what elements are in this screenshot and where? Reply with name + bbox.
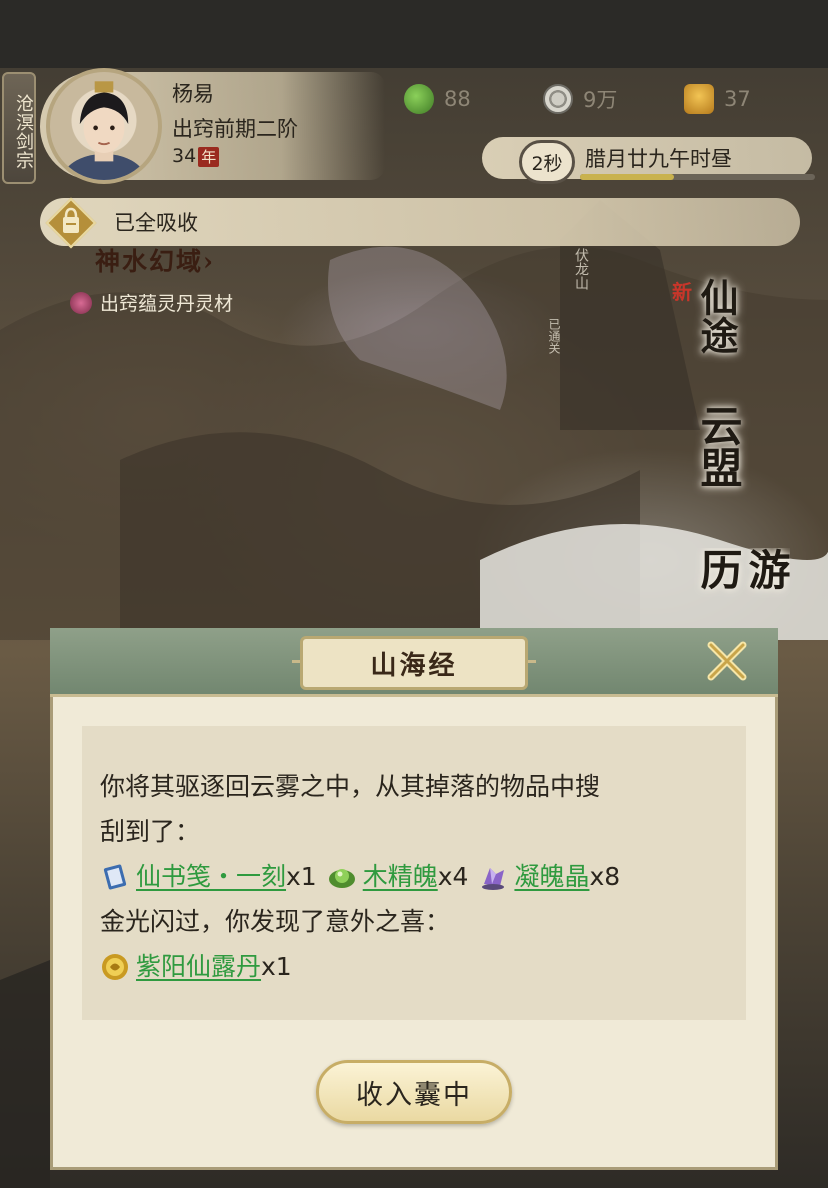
drop-item-name[interactable]: 凝魄晶 <box>514 854 589 899</box>
close-icon[interactable] <box>701 635 753 687</box>
resource-jade-value: 88 <box>444 87 471 111</box>
bonus-item-qty: x1 <box>261 952 292 981</box>
green-orb-icon <box>328 868 355 888</box>
drop-item-name[interactable]: 木精魄 <box>363 854 438 899</box>
new-badge: 新 <box>672 280 692 304</box>
strength-icon <box>684 84 714 114</box>
coin-icon <box>543 84 573 114</box>
drop-item-qty: x4 <box>437 862 469 891</box>
bonus-list: 紫阳仙露丹 x1 <box>100 944 728 989</box>
drop-item-name[interactable]: 仙书笺・一刻 <box>136 854 286 899</box>
quest-item[interactable]: 出窍蕴灵丹灵材 <box>70 289 233 316</box>
player-age-unit: 年 <box>198 147 220 167</box>
top-status-band <box>0 0 828 68</box>
dialog-title: 山海经 <box>300 636 528 690</box>
xiantu-button[interactable]: 仙途 <box>694 278 739 374</box>
confirm-button[interactable]: 收入囊中 <box>316 1060 512 1124</box>
resource-coin-value: 9万 <box>583 88 618 112</box>
youli-button[interactable]: 游历 <box>694 548 790 630</box>
player-name: 杨易 <box>172 82 214 106</box>
yunmeng-button[interactable]: 云盟 <box>694 404 743 504</box>
bonus-item-name[interactable]: 紫阳仙露丹 <box>136 944 261 989</box>
scroll-book-icon <box>103 863 127 890</box>
time-date: 腊月廿九午时昼 <box>585 147 732 171</box>
message-line-4: 金光闪过，你发现了意外之喜： <box>100 907 451 936</box>
purple-crystal-icon <box>482 867 505 890</box>
time-progress <box>580 174 815 180</box>
gold-pill-icon <box>102 953 128 980</box>
chevron-right-icon: › <box>203 247 216 276</box>
lotus-icon <box>70 291 92 314</box>
player-avatar[interactable] <box>46 68 162 184</box>
map-label-cleared: 已通关 <box>547 318 561 354</box>
resource-coin[interactable]: 9万 <box>543 84 617 114</box>
player-realm: 出窍前期二阶 <box>172 117 298 141</box>
drop-item-qty: x1 <box>286 862 317 891</box>
map-label-mountain: 伏龙山 <box>573 248 589 290</box>
area-title-label: 神水幻域 <box>95 247 204 276</box>
message-box: 你将其驱逐回云雾之中，从其掉落的物品中搜 刮到了： 仙书笺・一刻 x1 木精魄 x4… <box>82 726 746 1020</box>
drop-list: 仙书笺・一刻 x1 木精魄 x4 凝魄晶 x8 <box>100 854 728 899</box>
sect-tag[interactable]: 沧溟剑宗 <box>2 72 36 184</box>
resource-strength-value: 37 <box>724 87 751 111</box>
jade-leaf-icon <box>404 84 434 114</box>
absorb-status-text: 已全吸收 <box>114 211 198 235</box>
player-age-value: 34 <box>172 145 197 167</box>
resource-strength[interactable]: 37 <box>684 84 751 114</box>
player-age: 34 年 <box>172 145 220 167</box>
resource-jade[interactable]: 88 <box>404 84 471 114</box>
bag-icon <box>63 207 79 233</box>
message-line-1: 你将其驱逐回云雾之中，从其掉落的物品中搜 <box>100 772 601 801</box>
message-line-2: 刮到了： <box>100 817 201 846</box>
area-title[interactable]: 神水幻域› <box>95 242 215 278</box>
time-countdown: 2秒 <box>519 140 575 184</box>
quest-label: 出窍蕴灵丹灵材 <box>100 293 234 315</box>
drop-item-qty: x8 <box>589 862 621 891</box>
